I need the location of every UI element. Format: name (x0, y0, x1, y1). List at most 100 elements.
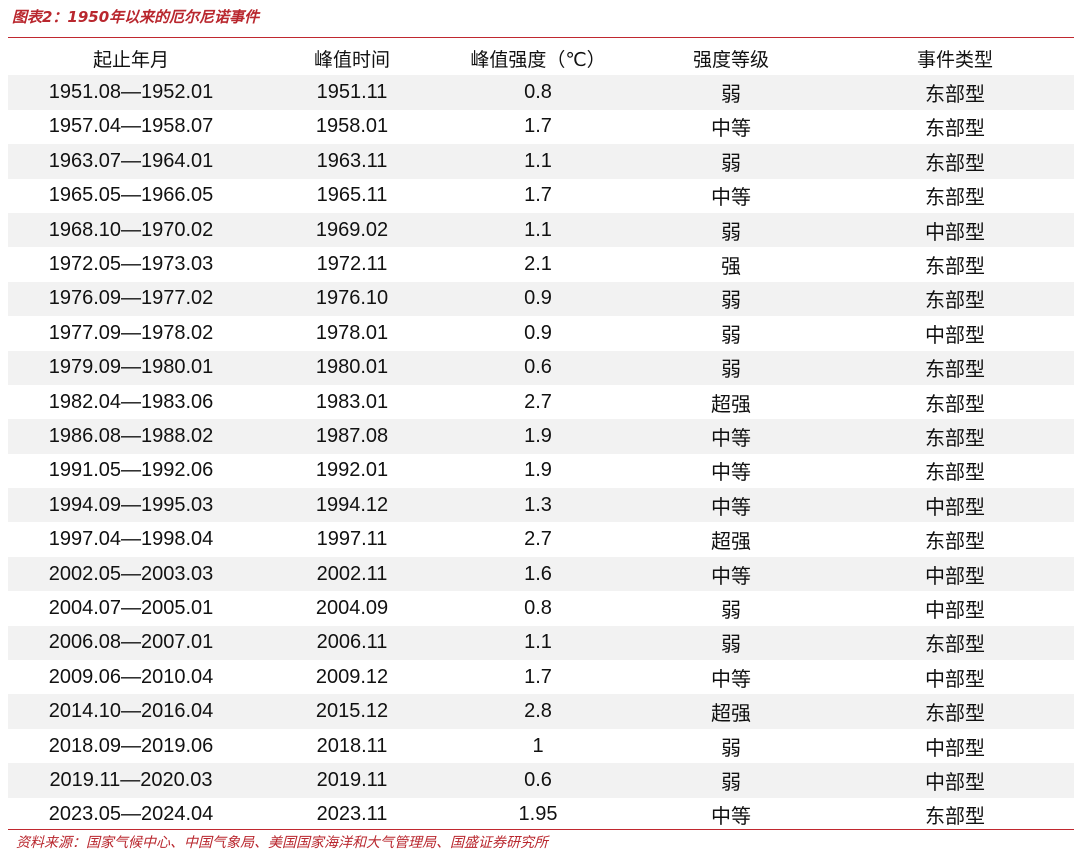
table-row: 1991.05—1992.06 1992.01 1.9 中等 东部型 (8, 454, 1074, 488)
cell-event-type: 中部型 (925, 735, 985, 760)
table-row: 1951.08—1952.01 1951.11 0.8 弱东部型 (8, 75, 1074, 110)
cell-peak-intensity: 2.8 (450, 694, 626, 729)
table-row: 2006.08—2007.01 2006.11 1.1 弱东部型 (8, 625, 1074, 661)
cell-intensity-level: 弱 (721, 322, 741, 347)
cell-event-type: 东部型 (836, 350, 1074, 385)
cell-peak-intensity: 1.1 (450, 625, 626, 661)
table-row: 2002.05—2003.03 2002.11 1.6 中等 中部型 (8, 556, 1074, 592)
table-row: 1972.05—1973.03 1972.11 2.1 强 东部型 (8, 247, 1074, 281)
table-row: 2014.10—2016.04 2015.12 2.8 超强 东部型 (8, 694, 1074, 729)
header-peak-intensity: 峰值强度（℃） (470, 48, 606, 71)
el-nino-table: 起止年月 峰值时间 峰值强度（℃） 强度等级 事件类型 1951.08—1952… (8, 41, 1074, 832)
cell-peak-time: 1958.01 (315, 115, 389, 138)
cell-intensity-level: 弱 (721, 597, 741, 622)
top-rule (8, 37, 1074, 38)
cell-period: 2006.08—2007.01 (8, 625, 254, 661)
table-row: 1968.10—1970.02 1969.02 1.1 弱中部型 (8, 212, 1074, 248)
cell-peak-intensity: 0.6 (450, 763, 626, 798)
cell-peak-time: 1987.08 (254, 419, 450, 454)
cell-intensity-level: 中等 (711, 804, 751, 829)
cell-intensity-level: 强 (721, 254, 741, 279)
cell-event-type: 东部型 (836, 625, 1074, 661)
cell-event-type: 东部型 (925, 804, 985, 829)
header-period: 起止年月 (92, 48, 169, 71)
table-row: 1994.09—1995.03 1994.12 1.3 中等 中部型 (8, 488, 1074, 523)
cell-peak-intensity: 1.1 (450, 212, 626, 248)
cell-peak-intensity: 1.9 (450, 419, 626, 454)
cell-peak-intensity: 0.6 (450, 350, 626, 385)
cell-peak-intensity: 0.9 (450, 281, 626, 317)
cell-peak-time: 1976.10 (254, 281, 450, 317)
cell-event-type: 中部型 (836, 488, 1074, 523)
cell-period: 2018.09—2019.06 (48, 734, 214, 757)
cell-peak-time: 1972.11 (316, 253, 388, 276)
source-note: 资料来源：国家气候中心、中国气象局、美国国家海洋和大气管理局、国盛证券研究所 (16, 835, 548, 851)
cell-intensity-level: 超强 (711, 529, 751, 554)
header-peak-time: 峰值时间 (313, 48, 390, 71)
cell-period: 1965.05—1966.05 (48, 184, 214, 207)
cell-event-type: 东部型 (925, 460, 985, 485)
cell-period: 1977.09—1978.02 (48, 321, 214, 344)
cell-peak-intensity: 1.95 (518, 803, 558, 826)
cell-peak-intensity: 1.1 (450, 144, 626, 179)
cell-intensity-level: 中等 (626, 419, 836, 454)
figure-title: 图表2：1950年以来的厄尔尼诺事件 (12, 8, 260, 26)
cell-event-type: 中部型 (836, 763, 1074, 798)
cell-period: 1994.09—1995.03 (8, 488, 254, 523)
cell-peak-intensity: 1.7 (524, 665, 552, 688)
table-row: 2019.11—2020.03 2019.11 0.6 弱中部型 (8, 763, 1074, 798)
cell-period: 1963.07—1964.01 (8, 144, 254, 179)
cell-intensity-level: 弱 (626, 350, 836, 385)
cell-peak-intensity: 1 (532, 734, 544, 757)
cell-peak-time: 2009.12 (315, 665, 389, 688)
table-row: 1963.07—1964.01 1963.11 1.1 弱东部型 (8, 144, 1074, 179)
cell-intensity-level: 中等 (711, 185, 751, 210)
cell-period: 2004.07—2005.01 (48, 596, 214, 619)
cell-peak-time: 1994.12 (254, 488, 450, 523)
cell-event-type: 东部型 (925, 185, 985, 210)
table-row: 1997.04—1998.04 1997.11 2.7 超强 东部型 (8, 522, 1074, 556)
cell-peak-intensity: 0.8 (450, 75, 626, 110)
cell-period: 2002.05—2003.03 (8, 556, 254, 592)
cell-peak-intensity: 0.8 (524, 596, 552, 619)
table-row: 1979.09—1980.01 1980.01 0.6 弱东部型 (8, 350, 1074, 385)
cell-peak-intensity: 0.9 (524, 321, 552, 344)
cell-intensity-level: 超强 (711, 391, 751, 416)
cell-event-type: 东部型 (836, 694, 1074, 729)
cell-event-type: 东部型 (836, 419, 1074, 454)
table-row: 1977.09—1978.02 1978.01 0.9 弱 中部型 (8, 316, 1074, 350)
table-row: 2023.05—2024.04 2023.11 1.95 中等 东部型 (8, 798, 1074, 832)
cell-intensity-level: 中等 (711, 116, 751, 141)
cell-period: 1986.08—1988.02 (8, 419, 254, 454)
cell-intensity-level: 中等 (711, 460, 751, 485)
cell-event-type: 东部型 (925, 529, 985, 554)
cell-peak-intensity: 1.9 (524, 459, 552, 482)
cell-peak-time: 1965.11 (316, 184, 388, 207)
header-event-type: 事件类型 (916, 48, 993, 71)
cell-period: 2009.06—2010.04 (48, 665, 214, 688)
cell-intensity-level: 弱 (721, 735, 741, 760)
cell-peak-time: 2006.11 (254, 625, 450, 661)
cell-peak-time: 2004.09 (315, 596, 389, 619)
table-row: 2009.06—2010.04 2009.12 1.7 中等 中部型 (8, 660, 1074, 694)
cell-period: 1979.09—1980.01 (8, 350, 254, 385)
cell-peak-time: 1992.01 (315, 459, 389, 482)
table-header-row: 起止年月 峰值时间 峰值强度（℃） 强度等级 事件类型 (8, 41, 1074, 75)
cell-peak-time: 1983.01 (315, 390, 389, 413)
table-row: 1957.04—1958.07 1958.01 1.7 中等 东部型 (8, 110, 1074, 144)
cell-intensity-level: 弱 (626, 281, 836, 317)
cell-period: 1968.10—1970.02 (8, 212, 254, 248)
cell-event-type: 中部型 (836, 212, 1074, 248)
cell-peak-time: 1963.11 (254, 144, 450, 179)
cell-peak-intensity: 2.1 (524, 253, 552, 276)
cell-intensity-level: 中等 (626, 488, 836, 523)
cell-peak-time: 1951.11 (254, 75, 450, 110)
cell-intensity-level: 弱 (626, 763, 836, 798)
cell-peak-time: 2019.11 (254, 763, 450, 798)
cell-period: 2019.11—2020.03 (8, 763, 254, 798)
cell-intensity-level: 中等 (711, 666, 751, 691)
table-row: 2018.09—2019.06 2018.11 1 弱 中部型 (8, 729, 1074, 763)
table-row: 1986.08—1988.02 1987.08 1.9 中等 东部型 (8, 419, 1074, 454)
cell-event-type: 东部型 (925, 254, 985, 279)
cell-peak-intensity: 1.6 (450, 556, 626, 592)
